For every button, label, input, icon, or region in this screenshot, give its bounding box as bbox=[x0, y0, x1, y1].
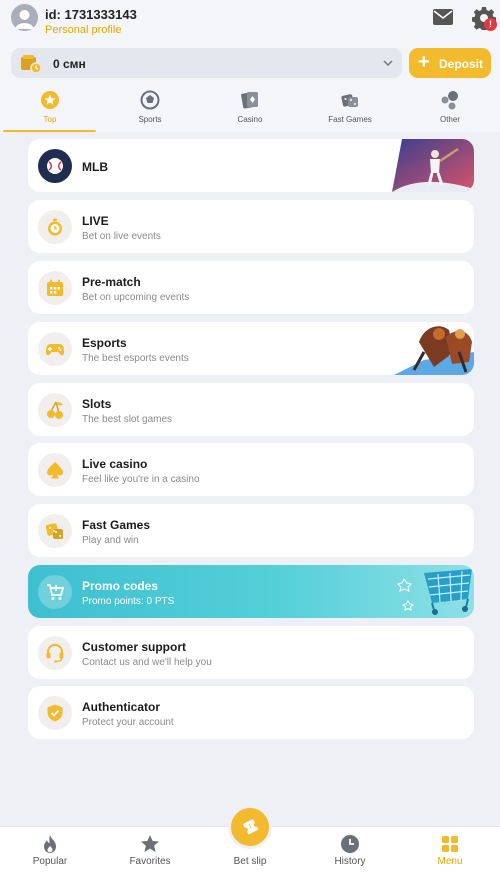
flame-icon bbox=[44, 835, 56, 853]
casino-cards-icon bbox=[241, 92, 258, 109]
chevron-down-icon bbox=[383, 60, 393, 67]
wallet-icon bbox=[21, 55, 42, 74]
menu-item-promo-codes[interactable]: Promo codes Promo points: 0 PTS bbox=[28, 565, 474, 618]
tab-label: Other bbox=[439, 115, 460, 124]
personal-profile-link[interactable]: Personal profile bbox=[45, 24, 121, 36]
menu-item-subtitle: Protect your account bbox=[82, 717, 174, 728]
dice-icon bbox=[341, 94, 358, 107]
user-id: id: 1731333143 bbox=[45, 7, 137, 22]
menu-item-subtitle: Bet on upcoming events bbox=[82, 292, 190, 303]
tab-label: Top bbox=[43, 115, 57, 124]
tab-other[interactable]: Other bbox=[400, 86, 500, 132]
menu-item-title: Slots bbox=[82, 397, 112, 411]
cart-icon bbox=[38, 575, 72, 609]
menu-item-subtitle: Bet on live events bbox=[82, 231, 161, 242]
nav-label: History bbox=[334, 856, 366, 867]
bet-slip-button[interactable] bbox=[228, 805, 272, 849]
nav-popular[interactable]: Popular bbox=[0, 827, 100, 874]
nav-label: Popular bbox=[32, 856, 68, 867]
stopwatch-icon bbox=[38, 210, 72, 244]
menu-item-slots[interactable]: Slots The best slot games bbox=[28, 383, 474, 436]
calendar-icon bbox=[38, 271, 72, 305]
menu-item-esports[interactable]: Esports The best esports events bbox=[28, 322, 474, 375]
mlb-logo-icon bbox=[38, 149, 72, 183]
header: id: 1731333143 Personal profile ! 0 смн … bbox=[0, 0, 500, 132]
tab-fast-games[interactable]: Fast Games bbox=[300, 86, 400, 132]
nav-label: Bet slip bbox=[233, 856, 267, 867]
tab-label: Casino bbox=[237, 115, 263, 124]
menu-item-live-casino[interactable]: Live casino Feel like you're in a casino bbox=[28, 443, 474, 496]
notification-badge: ! bbox=[484, 18, 497, 31]
menu-item-live[interactable]: LIVE Bet on live events bbox=[28, 200, 474, 253]
active-tab-indicator bbox=[3, 130, 96, 132]
shopping-basket-image bbox=[397, 569, 472, 615]
menu-item-fast-games[interactable]: Fast Games Play and win bbox=[28, 504, 474, 557]
balance-value: 0 смн bbox=[53, 57, 86, 71]
avatar-icon[interactable] bbox=[11, 4, 38, 31]
tab-sports[interactable]: Sports bbox=[100, 86, 200, 132]
menu-item-pre-match[interactable]: Pre-match Bet on upcoming events bbox=[28, 261, 474, 314]
cherries-icon bbox=[38, 393, 72, 427]
menu-item-subtitle: Feel like you're in a casino bbox=[82, 474, 200, 485]
nav-history[interactable]: History bbox=[300, 827, 400, 874]
esports-heroes-image bbox=[394, 326, 474, 375]
sports-ball-icon bbox=[140, 90, 160, 110]
deposit-button[interactable]: + Deposit bbox=[409, 48, 491, 78]
tab-top[interactable]: Top bbox=[0, 86, 100, 132]
menu-item-title: Pre-match bbox=[82, 275, 141, 289]
spade-icon bbox=[38, 453, 72, 487]
menu-item-title: LIVE bbox=[82, 214, 109, 228]
tab-casino[interactable]: Casino bbox=[200, 86, 300, 132]
menu-item-subtitle: Play and win bbox=[82, 535, 139, 546]
ticket-icon bbox=[243, 819, 259, 835]
nav-menu[interactable]: Menu bbox=[400, 827, 500, 874]
star-icon bbox=[141, 835, 159, 852]
plus-icon: + bbox=[418, 51, 430, 73]
mlb-player-image bbox=[392, 139, 474, 192]
category-tabs: Top Sports Casino Fast Games Other bbox=[0, 86, 500, 132]
tab-label: Fast Games bbox=[328, 115, 372, 124]
menu-item-title: MLB bbox=[82, 160, 108, 174]
nav-label: Menu bbox=[437, 856, 463, 867]
menu-item-title: Esports bbox=[82, 336, 127, 350]
grid-icon bbox=[442, 836, 458, 852]
nav-label: Favorites bbox=[129, 856, 171, 867]
gamepad-icon bbox=[38, 332, 72, 366]
balance-selector[interactable]: 0 смн bbox=[11, 48, 402, 78]
tab-label: Sports bbox=[138, 115, 162, 124]
top-star-icon bbox=[41, 91, 59, 109]
menu-item-authenticator[interactable]: Authenticator Protect your account bbox=[28, 686, 474, 739]
menu-item-title: Authenticator bbox=[82, 700, 160, 714]
nav-favorites[interactable]: Favorites bbox=[100, 827, 200, 874]
menu-item-title: Promo codes bbox=[82, 579, 159, 593]
menu-item-title: Fast Games bbox=[82, 518, 151, 532]
shield-check-icon bbox=[38, 696, 72, 730]
menu-item-mlb[interactable]: MLB bbox=[28, 139, 474, 192]
menu-item-subtitle: The best slot games bbox=[82, 414, 173, 425]
mail-icon[interactable] bbox=[432, 8, 454, 26]
bubbles-icon bbox=[441, 91, 458, 110]
menu-item-subtitle: The best esports events bbox=[82, 353, 189, 364]
headset-icon bbox=[38, 636, 72, 670]
menu-item-customer-support[interactable]: Customer support Contact us and we'll he… bbox=[28, 626, 474, 679]
clock-icon bbox=[341, 835, 359, 853]
menu-item-title: Customer support bbox=[82, 640, 187, 654]
menu-item-title: Live casino bbox=[82, 457, 148, 471]
menu-item-subtitle: Promo points: 0 PTS bbox=[82, 596, 175, 607]
menu-item-subtitle: Contact us and we'll help you bbox=[82, 657, 212, 668]
dice-icon bbox=[38, 514, 72, 548]
deposit-label: Deposit bbox=[439, 57, 484, 71]
